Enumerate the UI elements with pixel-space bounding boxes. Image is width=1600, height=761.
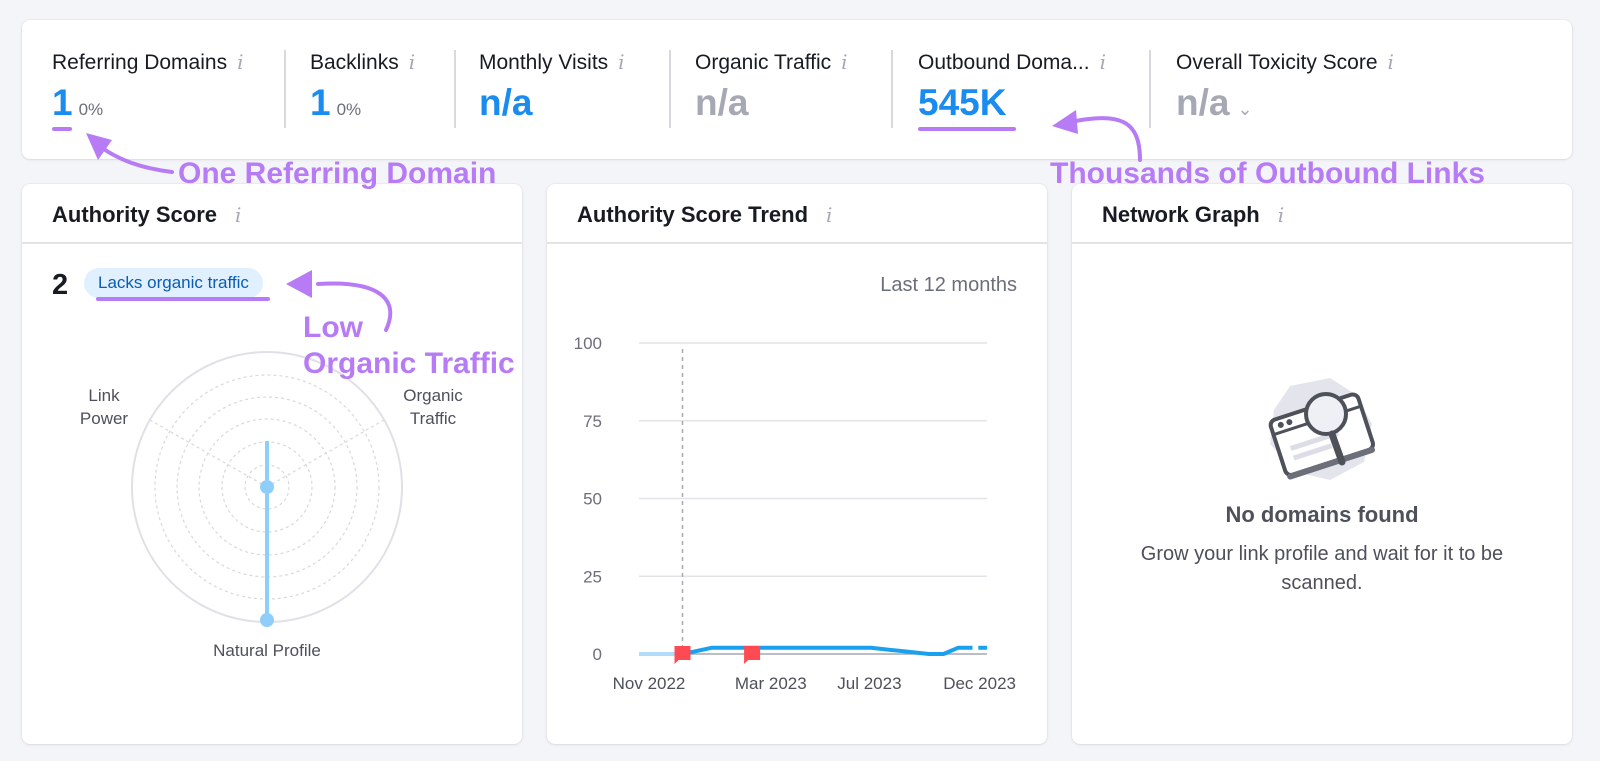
metric-label: Referring Domains — [52, 51, 228, 74]
metric-label: Overall Toxicity Score — [1176, 51, 1378, 74]
magnifier-illustration-icon — [1268, 378, 1376, 480]
divider — [284, 50, 286, 128]
metric-label: Monthly Visits — [479, 51, 609, 74]
radar-label-organic-traffic: Organic Traffic — [403, 386, 463, 428]
authority-score-panel: Authority Score i 2 Lacks organic traffic… — [22, 184, 522, 744]
x-tick-label: Jul 2023 — [837, 674, 901, 693]
annotation-outbound-links: Thousands of Outbound Links — [1050, 157, 1485, 190]
metric-toxicity-score: Overall Toxicity Score i n/a ⌄ — [1176, 50, 1394, 129]
flag-marker-icon — [744, 646, 761, 664]
metric-referring-domains: Referring Domains i 1 0% — [52, 50, 243, 130]
radar-label-natural-profile: Natural Profile — [213, 641, 321, 660]
x-tick-label: Mar 2023 — [735, 674, 807, 693]
metric-backlinks: Backlinks i 1 0% — [310, 50, 415, 130]
radar-label-link-power: Link Power — [79, 386, 129, 428]
info-icon[interactable]: i — [409, 50, 415, 74]
series-line — [682, 645, 973, 656]
y-tick-label: 100 — [574, 334, 602, 353]
empty-state-title: No domains found — [1225, 502, 1419, 527]
authority-trend-panel: Authority Score Trend i Last 12 months 10… — [547, 184, 1047, 744]
y-tick-label: 50 — [583, 490, 602, 509]
info-icon[interactable]: i — [1278, 203, 1284, 227]
metric-label: Organic Traffic — [695, 51, 832, 74]
divider — [669, 50, 671, 128]
info-icon[interactable]: i — [237, 50, 243, 74]
flag-marker-icon — [674, 646, 691, 664]
divider — [891, 50, 893, 128]
y-tick-label: 25 — [583, 567, 602, 586]
info-icon[interactable]: i — [618, 50, 624, 74]
info-icon[interactable]: i — [1388, 50, 1394, 74]
chevron-down-icon: ⌄ — [1237, 99, 1253, 119]
change-percent: 0% — [78, 100, 104, 119]
annotation-low-organic-2: Organic Traffic — [303, 347, 515, 380]
metric-label: Outbound Doma... — [918, 51, 1090, 74]
organic-traffic-value: n/a — [695, 82, 749, 123]
annotation-referring-domain: One Referring Domain — [178, 157, 497, 190]
info-icon[interactable]: i — [841, 50, 847, 74]
panel-title: Network Graph — [1102, 202, 1260, 227]
monthly-visits-value[interactable]: n/a — [479, 83, 625, 123]
radar-center-point — [260, 480, 274, 494]
metrics-bar: Referring Domains i 1 0% Backlinks i 1 0% Mo… — [22, 20, 1572, 159]
divider — [454, 50, 456, 128]
toxicity-value: n/a — [1176, 82, 1230, 123]
backlinks-value[interactable]: 1 — [310, 82, 331, 123]
referring-domains-value[interactable]: 1 — [52, 82, 73, 123]
change-percent: 0% — [336, 100, 362, 119]
empty-state-description: Grow your link profile and wait for it t… — [1140, 543, 1504, 594]
annotation-underline — [918, 127, 1016, 131]
metric-outbound-domains: Outbound Doma... i 545K — [918, 50, 1106, 123]
x-tick-label: Dec 2023 — [943, 674, 1016, 693]
y-tick-label: 75 — [583, 412, 602, 431]
network-graph-panel: Network Graph i No domains found Grow you… — [1072, 184, 1572, 744]
annotation-underline — [52, 127, 72, 131]
info-icon[interactable]: i — [1100, 50, 1106, 74]
metric-organic-traffic: Organic Traffic i n/a — [695, 50, 848, 123]
radar-natural-profile-point — [260, 613, 274, 627]
annotation-low-organic-1: Low — [303, 311, 363, 344]
y-tick-label: 0 — [593, 645, 602, 664]
metric-label: Backlinks — [310, 51, 399, 74]
trend-chart: 100 75 50 25 0 Nov 2022 Mar 2023 Jul 2023 Dec 20… — [574, 334, 1016, 693]
divider — [1149, 50, 1151, 128]
metric-monthly-visits: Monthly Visits i n/a — [479, 50, 625, 123]
outbound-domains-value[interactable]: 545K — [918, 83, 1106, 123]
toxicity-dropdown[interactable]: n/a ⌄ — [1176, 83, 1394, 129]
x-tick-label: Nov 2022 — [613, 674, 686, 693]
